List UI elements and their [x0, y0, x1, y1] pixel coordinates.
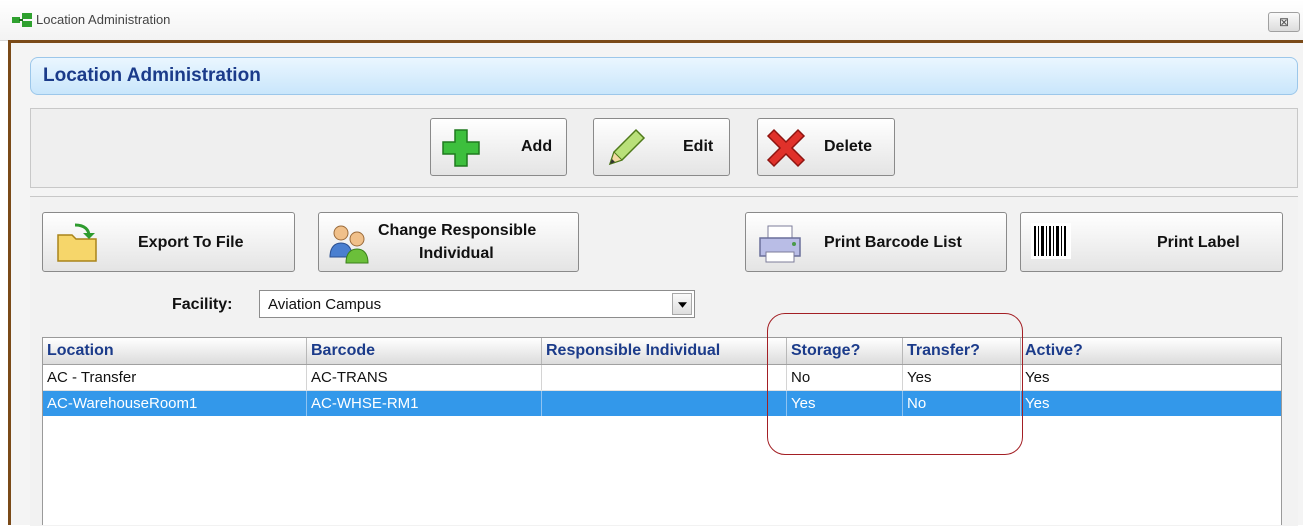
edit-pencil-icon: [608, 128, 646, 166]
add-icon: [442, 129, 480, 167]
cell-active: Yes: [1025, 395, 1050, 412]
export-label: Export To File: [138, 234, 244, 251]
barcode-icon: [1031, 223, 1071, 259]
column-header-active[interactable]: Active?: [1021, 338, 1281, 364]
cell-storage: Yes: [787, 391, 903, 416]
facility-value: Aviation Campus: [268, 296, 382, 313]
edit-button[interactable]: Edit: [593, 118, 730, 176]
add-button[interactable]: Add: [430, 118, 567, 176]
cell-active: Yes: [1025, 369, 1050, 386]
locations-grid: Location Barcode Responsible Individual …: [42, 337, 1282, 525]
facility-select[interactable]: Aviation Campus: [259, 290, 695, 318]
facility-label: Facility:: [172, 296, 233, 313]
cell-location: AC - Transfer: [43, 365, 307, 390]
window-title: Location Administration: [36, 12, 171, 27]
window-title-bar: Location Administration ⊠: [0, 0, 1303, 41]
delete-label: Delete: [824, 138, 873, 155]
column-header-storage[interactable]: Storage?: [787, 338, 903, 364]
column-header-responsible[interactable]: Responsible Individual: [542, 338, 787, 364]
grid-header: Location Barcode Responsible Individual …: [43, 338, 1281, 365]
column-header-barcode[interactable]: Barcode: [307, 338, 542, 364]
table-row[interactable]: AC - Transfer AC-TRANS No Yes Yes: [43, 365, 1281, 391]
print-label-label: Print Label: [1157, 234, 1240, 251]
delete-button[interactable]: Delete: [757, 118, 895, 176]
print-label-button[interactable]: Print Label: [1020, 212, 1283, 272]
cell-barcode: AC-TRANS: [307, 365, 542, 390]
cell-storage: No: [787, 365, 903, 390]
app-icon: [12, 13, 32, 27]
dropdown-arrow-icon: [678, 302, 687, 308]
page-title: Location Administration: [43, 65, 261, 86]
cell-responsible: [542, 365, 787, 390]
change-responsible-label-line1: Change Responsible: [378, 222, 537, 239]
add-label: Add: [521, 138, 553, 155]
cell-transfer: Yes: [903, 365, 1021, 390]
change-responsible-label-line2: Individual: [419, 245, 494, 262]
table-row-selected[interactable]: AC-WarehouseRoom1 AC-WHSE-RM1 Yes No Yes: [43, 391, 1281, 416]
print-barcode-list-label: Print Barcode List: [824, 234, 962, 251]
column-header-location[interactable]: Location: [43, 338, 307, 364]
print-barcode-list-button[interactable]: Print Barcode List: [745, 212, 1007, 272]
dropdown-arrow-button[interactable]: [672, 293, 692, 315]
export-folder-icon: [57, 223, 97, 262]
cell-barcode: AC-WHSE-RM1: [307, 391, 542, 416]
edit-label: Edit: [683, 138, 714, 155]
people-icon: [329, 225, 369, 264]
cell-responsible: [542, 391, 787, 416]
window-close-button[interactable]: ⊠: [1268, 12, 1300, 32]
column-header-transfer[interactable]: Transfer?: [903, 338, 1021, 364]
page-header: Location Administration: [30, 57, 1298, 95]
cell-location: AC-WarehouseRoom1: [43, 391, 307, 416]
export-to-file-button[interactable]: Export To File: [42, 212, 295, 272]
delete-x-icon: [766, 128, 806, 168]
change-responsible-button[interactable]: Change Responsible Individual: [318, 212, 579, 272]
printer-icon: [759, 225, 801, 263]
cell-transfer: No: [903, 391, 1021, 416]
